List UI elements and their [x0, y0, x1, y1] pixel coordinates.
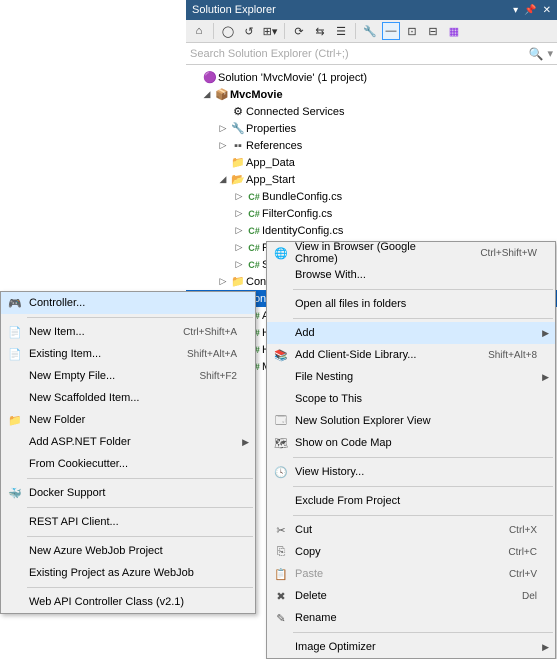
file-identity[interactable]: ▷C#IdentityConfig.cs — [186, 222, 557, 239]
delete-icon: ✖ — [273, 590, 289, 603]
references-node[interactable]: ▷▪▪References — [186, 137, 557, 154]
sub-newitem[interactable]: 📄New Item...Ctrl+Shift+A — [1, 321, 255, 343]
sub-controller[interactable]: 🎮Controller... — [1, 292, 255, 314]
menu-file-nesting[interactable]: File Nesting▶ — [267, 366, 555, 388]
search-icon[interactable]: 🔍 — [529, 47, 544, 61]
close-icon[interactable]: ✕ — [543, 5, 551, 16]
preview-icon[interactable]: ⊡ — [403, 22, 421, 40]
appdata-node[interactable]: 📁App_Data — [186, 154, 557, 171]
menu-new-view[interactable]: 🗔New Solution Explorer View — [267, 410, 555, 432]
connected-services[interactable]: ⚙Connected Services — [186, 103, 557, 120]
menu-add-client[interactable]: 📚Add Client-Side Library...Shift+Alt+8 — [267, 344, 555, 366]
dropdown-icon[interactable]: ▾ — [513, 5, 518, 16]
file-filter[interactable]: ▷C#FilterConfig.cs — [186, 205, 557, 222]
search-input[interactable] — [190, 48, 529, 60]
sync-icon[interactable]: ⊟ — [424, 22, 442, 40]
library-icon: 📚 — [273, 349, 289, 362]
newitem-icon: 📄 — [7, 326, 23, 339]
menu-delete[interactable]: ✖DeleteDel — [267, 585, 555, 607]
back-icon[interactable]: ◯ — [219, 22, 237, 40]
context-menu: 🌐View in Browser (Google Chrome)Ctrl+Shi… — [266, 241, 556, 659]
home-icon[interactable]: ⌂ — [190, 22, 208, 40]
sub-docker[interactable]: 🐳Docker Support — [1, 482, 255, 504]
sub-newfolder[interactable]: 📁New Folder — [1, 409, 255, 431]
sub-scaffold[interactable]: New Scaffolded Item... — [1, 387, 255, 409]
pane-titlebar[interactable]: Solution Explorer ▾ 📌 ✕ — [186, 0, 557, 20]
showall-icon[interactable]: — — [382, 22, 400, 40]
project-node[interactable]: ◢📦MvcMovie — [186, 86, 557, 103]
history-icon: 🕓 — [273, 466, 289, 479]
sub-existingitem[interactable]: 📄Existing Item...Shift+Alt+A — [1, 343, 255, 365]
codemap-icon: 🗺 — [273, 437, 289, 450]
menu-history[interactable]: 🕓View History... — [267, 461, 555, 483]
paste-icon: 📋 — [273, 568, 289, 581]
sub-cookie[interactable]: From Cookiecutter... — [1, 453, 255, 475]
browser-icon: 🌐 — [273, 247, 289, 260]
submenu-arrow-icon: ▶ — [242, 437, 249, 448]
appstart-node[interactable]: ◢📂App_Start — [186, 171, 557, 188]
controller-icon: 🎮 — [7, 297, 23, 310]
menu-view-browser[interactable]: 🌐View in Browser (Google Chrome)Ctrl+Shi… — [267, 242, 555, 264]
search-row: 🔍 ▾ — [186, 43, 557, 65]
sub-webapi[interactable]: Web API Controller Class (v2.1) — [1, 591, 255, 613]
toolbar: ⌂ ◯ ↺ ⊞▾ ⟳ ⇆ ☰ 🔧 — ⊡ ⊟ ▦ — [186, 20, 557, 43]
menu-exclude[interactable]: Exclude From Project — [267, 490, 555, 512]
menu-rename[interactable]: ✎Rename — [267, 607, 555, 629]
window-icon: 🗔 — [273, 412, 289, 431]
file-bundle[interactable]: ▷C#BundleConfig.cs — [186, 188, 557, 205]
docker-icon: 🐳 — [7, 487, 23, 500]
properties-icon[interactable]: 🔧 — [361, 22, 379, 40]
expand-icon[interactable]: ☰ — [332, 22, 350, 40]
menu-copy[interactable]: ⎘CopyCtrl+C — [267, 541, 555, 563]
existing-icon: 📄 — [7, 348, 23, 361]
rename-icon: ✎ — [273, 612, 289, 625]
sub-azure[interactable]: New Azure WebJob Project — [1, 540, 255, 562]
submenu-arrow-icon: ▶ — [542, 372, 549, 383]
cut-icon: ✂ — [273, 524, 289, 537]
menu-scope[interactable]: Scope to This — [267, 388, 555, 410]
sub-newempty[interactable]: New Empty File...Shift+F2 — [1, 365, 255, 387]
properties-node[interactable]: ▷🔧Properties — [186, 120, 557, 137]
menu-open-all[interactable]: Open all files in folders — [267, 293, 555, 315]
menu-browse-with[interactable]: Browse With... — [267, 264, 555, 286]
submenu-arrow-icon: ▶ — [542, 642, 549, 653]
forward-icon[interactable]: ↺ — [240, 22, 258, 40]
sub-existingazure[interactable]: Existing Project as Azure WebJob — [1, 562, 255, 584]
pane-title: Solution Explorer — [192, 4, 513, 16]
refresh-icon[interactable]: ⟳ — [290, 22, 308, 40]
submenu-arrow-icon: ▶ — [542, 328, 549, 339]
solution-node[interactable]: 🟣Solution 'MvcMovie' (1 project) — [186, 69, 557, 86]
toggle-icon[interactable]: ⊞▾ — [261, 22, 279, 40]
collapse-icon[interactable]: ⇆ — [311, 22, 329, 40]
sub-aspfolder[interactable]: Add ASP.NET Folder▶ — [1, 431, 255, 453]
add-submenu: 🎮Controller... 📄New Item...Ctrl+Shift+A … — [0, 291, 256, 614]
folder-icon: 📁 — [7, 414, 23, 427]
sub-rest[interactable]: REST API Client... — [1, 511, 255, 533]
copy-icon: ⎘ — [273, 546, 289, 559]
pin-icon[interactable]: 📌 — [524, 5, 536, 16]
menu-codemap[interactable]: 🗺Show on Code Map — [267, 432, 555, 454]
menu-add[interactable]: Add▶ — [267, 322, 555, 344]
menu-imgopt[interactable]: Image Optimizer▶ — [267, 636, 555, 658]
view-icon[interactable]: ▦ — [445, 22, 463, 40]
menu-paste: 📋PasteCtrl+V — [267, 563, 555, 585]
menu-cut[interactable]: ✂CutCtrl+X — [267, 519, 555, 541]
